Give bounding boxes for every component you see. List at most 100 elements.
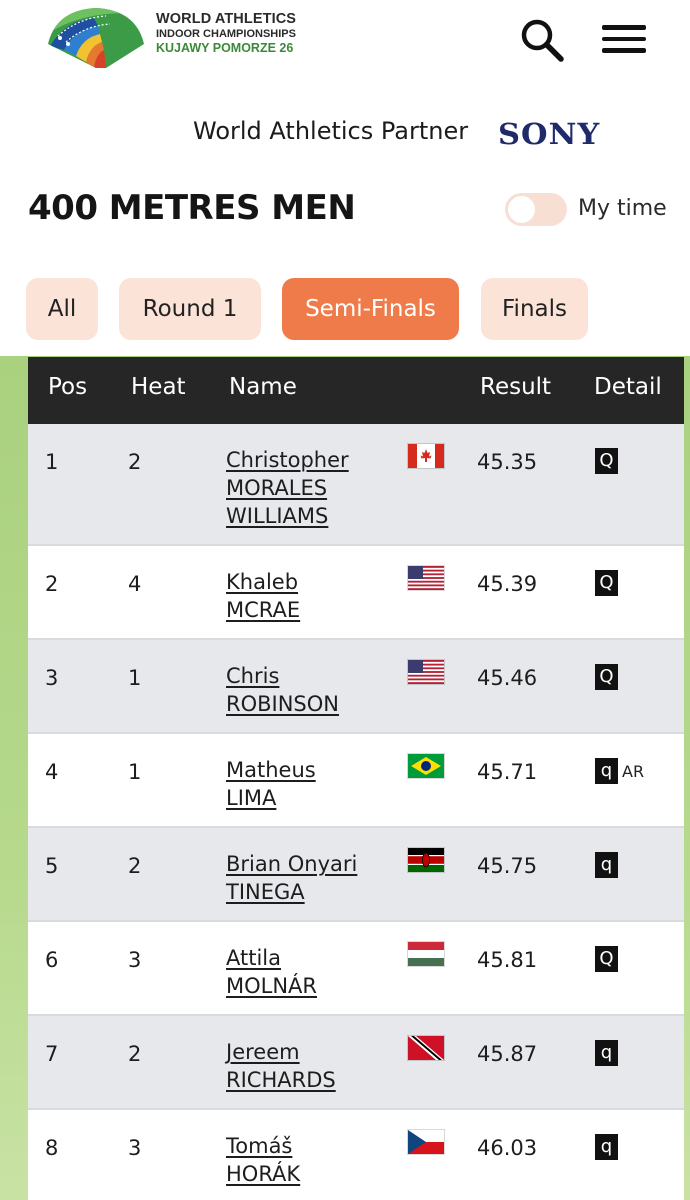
qualification-badge: Q [595, 664, 618, 690]
row-pos: 6 [45, 948, 59, 972]
search-icon [521, 19, 564, 62]
athlete-name-link[interactable]: Tomáš HORÁK [226, 1132, 300, 1188]
qualification-badge: q [595, 1040, 618, 1066]
table-row: 8 3 Tomáš HORÁK 46.03 q [28, 1110, 684, 1200]
athlete-name-link[interactable]: Khaleb MCRAE [226, 568, 300, 624]
athlete-name-line: Chris [226, 664, 280, 688]
header-detail: Detail [594, 374, 662, 400]
logo-line-2: INDOOR CHAMPIONSHIPS [156, 27, 296, 40]
row-heat: 2 [128, 854, 142, 878]
my-time-toggle[interactable] [505, 193, 567, 226]
athlete-name-line: Brian Onyari [226, 852, 358, 876]
sony-logo[interactable]: SONY [498, 117, 600, 151]
qualification-badge: q [595, 758, 618, 784]
championships-logo[interactable] [44, 6, 148, 68]
championships-wordmark[interactable]: WORLD ATHLETICS INDOOR CHAMPIONSHIPS KUJ… [156, 12, 296, 54]
athlete-name-line: Matheus [226, 758, 316, 782]
tab-round-1[interactable]: Round 1 [119, 278, 261, 340]
row-pos: 4 [45, 760, 59, 784]
search-button[interactable] [518, 16, 566, 64]
partner-label: World Athletics Partner [193, 117, 469, 145]
athlete-name-line: WILLIAMS [226, 504, 329, 528]
athlete-name-line: Jereem [226, 1040, 300, 1064]
row-pos: 5 [45, 854, 59, 878]
row-heat: 3 [128, 1136, 142, 1160]
qualification-badge: q [595, 1134, 618, 1160]
qualification-badge: Q [595, 946, 618, 972]
site-header: WORLD ATHLETICS INDOOR CHAMPIONSHIPS KUJ… [0, 0, 690, 80]
table-row: 4 1 Matheus LIMA 45.71 q AR [28, 734, 684, 828]
row-pos: 7 [45, 1042, 59, 1066]
my-time-label: My time [578, 196, 667, 221]
athlete-name-line: Khaleb [226, 570, 299, 594]
brazil-flag [408, 754, 444, 778]
tab-all[interactable]: All [26, 278, 98, 340]
row-result: 45.81 [477, 948, 538, 972]
athlete-name-line: MOLNÁR [226, 974, 318, 998]
row-result: 45.35 [477, 450, 538, 474]
row-result: 45.75 [477, 854, 538, 878]
athlete-name-line: TINEGA [226, 880, 305, 904]
athlete-name-line: MCRAE [226, 598, 301, 622]
qualification-badge: q [595, 852, 618, 878]
logo-line-3: KUJAWY POMORZE 26 [156, 40, 294, 55]
athlete-name-link[interactable]: Brian Onyari TINEGA [226, 850, 357, 906]
row-heat: 2 [128, 1042, 142, 1066]
row-result: 45.71 [477, 760, 538, 784]
row-result: 45.87 [477, 1042, 538, 1066]
canada-flag [408, 444, 444, 468]
hamburger-menu-icon [602, 25, 650, 53]
row-pos: 2 [45, 572, 59, 596]
qualification-badge: Q [595, 448, 618, 474]
row-heat: 1 [128, 760, 142, 784]
athlete-name-line: Attila [226, 946, 282, 970]
athlete-name-line: RICHARDS [226, 1068, 336, 1092]
athlete-name-line: ROBINSON [226, 692, 339, 716]
row-result: 45.39 [477, 572, 538, 596]
athlete-name-link[interactable]: Attila MOLNÁR [226, 944, 317, 1000]
page-title: 400 METRES MEN [28, 188, 356, 228]
table-row: 3 1 Chris ROBINSON 45.46 Q [28, 640, 684, 734]
row-heat: 2 [128, 450, 142, 474]
table-header: Pos Heat Name Result Detail [28, 357, 684, 424]
tab-semi-finals[interactable]: Semi-Finals [282, 278, 459, 340]
trinidad-and-tobago-flag [408, 1036, 444, 1060]
row-result: 46.03 [477, 1136, 538, 1160]
row-result: 45.46 [477, 666, 538, 690]
row-heat: 3 [128, 948, 142, 972]
results-table: Pos Heat Name Result Detail 1 2 Christophe… [28, 357, 684, 1200]
record-badge: AR [622, 762, 645, 781]
table-body: 1 2 Christopher MORALES WILLIAMS 45.35 Q 2 4 Khal… [28, 424, 684, 1200]
header-name: Name [229, 374, 297, 400]
usa-flag [408, 566, 444, 590]
hungary-flag [408, 942, 444, 966]
logo-line-1: WORLD ATHLETICS [156, 11, 297, 27]
usa-flag [408, 660, 444, 684]
row-pos: 8 [45, 1136, 59, 1160]
toggle-knob [508, 196, 535, 223]
round-tabs: All Round 1 Semi-Finals Finals [0, 278, 690, 340]
athlete-name-link[interactable]: Chris ROBINSON [226, 662, 339, 718]
athlete-name-link[interactable]: Christopher MORALES WILLIAMS [226, 446, 349, 530]
athlete-name-link[interactable]: Matheus LIMA [226, 756, 316, 812]
row-heat: 4 [128, 572, 142, 596]
header-result: Result [480, 374, 552, 400]
row-pos: 3 [45, 666, 59, 690]
table-row: 5 2 Brian Onyari TINEGA 45.75 q [28, 828, 684, 922]
kenya-flag [408, 848, 444, 872]
row-heat: 1 [128, 666, 142, 690]
athlete-name-line: HORÁK [226, 1162, 301, 1186]
menu-button[interactable] [602, 20, 650, 60]
table-row: 6 3 Attila MOLNÁR 45.81 Q [28, 922, 684, 1016]
czech-flag [408, 1130, 444, 1154]
table-row: 7 2 Jereem RICHARDS 45.87 q [28, 1016, 684, 1110]
header-pos: Pos [48, 374, 88, 400]
athlete-name-line: Tomáš [226, 1134, 293, 1158]
athlete-name-line: MORALES [226, 476, 328, 500]
row-pos: 1 [45, 450, 59, 474]
tab-finals[interactable]: Finals [481, 278, 588, 340]
athlete-name-line: Christopher [226, 448, 349, 472]
table-row: 2 4 Khaleb MCRAE 45.39 Q [28, 546, 684, 640]
table-row: 1 2 Christopher MORALES WILLIAMS 45.35 Q [28, 424, 684, 546]
athlete-name-link[interactable]: Jereem RICHARDS [226, 1038, 336, 1094]
